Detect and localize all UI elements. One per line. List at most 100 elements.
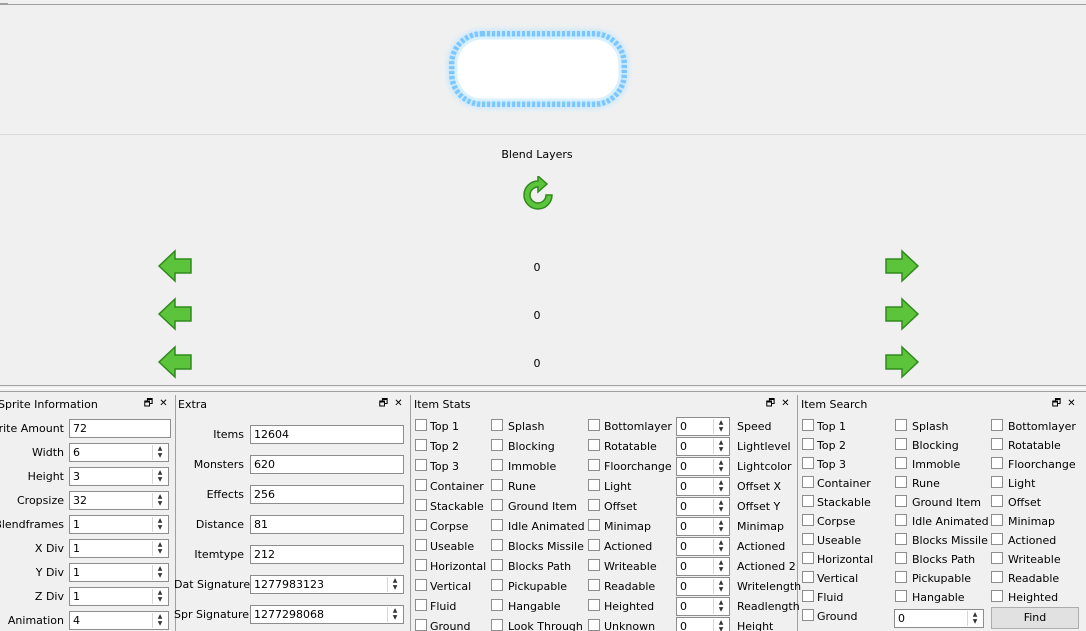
spinner-buttons[interactable]: ▲ ▼ <box>713 439 728 454</box>
spin-up-icon[interactable]: ▲ <box>388 577 402 584</box>
checkbox[interactable] <box>491 619 503 631</box>
checkbox[interactable] <box>491 559 503 571</box>
checkbox[interactable] <box>588 539 600 551</box>
spinner-buttons[interactable]: ▲ ▼ <box>967 611 982 626</box>
spinner-buttons[interactable]: ▲ ▼ <box>152 445 167 460</box>
spinner-buttons[interactable]: ▲ ▼ <box>713 619 728 631</box>
spin-down-icon[interactable]: ▼ <box>153 524 167 531</box>
checkbox[interactable] <box>802 552 814 564</box>
checkbox[interactable] <box>802 590 814 602</box>
spin-up-icon[interactable]: ▲ <box>714 479 728 486</box>
sprite-field-input[interactable]: 3 ▲ ▼ <box>69 467 169 486</box>
spinner-buttons[interactable]: ▲ ▼ <box>713 559 728 574</box>
spinner-buttons[interactable]: ▲ ▼ <box>713 599 728 614</box>
checkbox[interactable] <box>415 579 427 591</box>
checkbox[interactable] <box>415 439 427 451</box>
close-icon[interactable]: ✕ <box>158 398 169 409</box>
spin-down-icon[interactable]: ▼ <box>153 596 167 603</box>
checkbox[interactable] <box>895 476 907 488</box>
checkbox[interactable] <box>415 419 427 431</box>
spin-up-icon[interactable]: ▲ <box>153 541 167 548</box>
close-icon[interactable]: ✕ <box>1066 398 1077 409</box>
extra-field-input[interactable]: 256 <box>250 485 404 504</box>
checkbox[interactable] <box>895 419 907 431</box>
arrow-left-icon[interactable] <box>157 249 193 283</box>
arrow-left-icon[interactable] <box>157 345 193 379</box>
panel-splitter[interactable] <box>0 385 1086 389</box>
checkbox[interactable] <box>802 476 814 488</box>
checkbox[interactable] <box>491 419 503 431</box>
checkbox[interactable] <box>895 495 907 507</box>
checkbox[interactable] <box>802 457 814 469</box>
spin-down-icon[interactable]: ▼ <box>714 626 728 631</box>
checkbox[interactable] <box>802 533 814 545</box>
spin-down-icon[interactable]: ▼ <box>153 452 167 459</box>
search-value-input[interactable]: 0 ▲ ▼ <box>894 609 984 628</box>
spin-down-icon[interactable]: ▼ <box>714 566 728 573</box>
stat-number-input[interactable]: 0 ▲ ▼ <box>676 517 730 536</box>
spinner-buttons[interactable]: ▲ ▼ <box>152 565 167 580</box>
checkbox[interactable] <box>415 459 427 471</box>
spin-down-icon[interactable]: ▼ <box>714 486 728 493</box>
spin-down-icon[interactable]: ▼ <box>714 526 728 533</box>
checkbox[interactable] <box>991 457 1003 469</box>
checkbox[interactable] <box>802 495 814 507</box>
spin-down-icon[interactable]: ▼ <box>153 572 167 579</box>
spin-up-icon[interactable]: ▲ <box>714 439 728 446</box>
spin-up-icon[interactable]: ▲ <box>153 613 167 620</box>
extra-field-input[interactable]: 1277298068 ▲ ▼ <box>250 605 404 624</box>
spin-down-icon[interactable]: ▼ <box>714 466 728 473</box>
extra-field-input[interactable]: 1277983123 ▲ ▼ <box>250 575 404 594</box>
stat-number-input[interactable]: 0 ▲ ▼ <box>676 477 730 496</box>
checkbox[interactable] <box>588 479 600 491</box>
spin-down-icon[interactable]: ▼ <box>968 618 982 625</box>
spin-down-icon[interactable]: ▼ <box>153 500 167 507</box>
spin-up-icon[interactable]: ▲ <box>153 493 167 500</box>
spin-down-icon[interactable]: ▼ <box>714 446 728 453</box>
spinner-buttons[interactable]: ▲ ▼ <box>713 499 728 514</box>
spin-down-icon[interactable]: ▼ <box>714 506 728 513</box>
extra-field-input[interactable]: 12604 <box>250 425 404 444</box>
checkbox[interactable] <box>588 439 600 451</box>
spin-down-icon[interactable]: ▼ <box>388 614 402 621</box>
spin-up-icon[interactable]: ▲ <box>714 459 728 466</box>
spin-down-icon[interactable]: ▼ <box>388 584 402 591</box>
checkbox[interactable] <box>991 552 1003 564</box>
sprite-field-input[interactable]: 6 ▲ ▼ <box>69 443 169 462</box>
spinner-buttons[interactable]: ▲ ▼ <box>152 469 167 484</box>
refresh-icon[interactable] <box>519 174 557 214</box>
checkbox[interactable] <box>991 438 1003 450</box>
spin-down-icon[interactable]: ▼ <box>714 426 728 433</box>
extra-field-input[interactable]: 212 <box>250 545 404 564</box>
spin-up-icon[interactable]: ▲ <box>714 559 728 566</box>
checkbox[interactable] <box>491 459 503 471</box>
spin-down-icon[interactable]: ▼ <box>153 620 167 627</box>
spin-up-icon[interactable]: ▲ <box>968 611 982 618</box>
spin-up-icon[interactable]: ▲ <box>714 619 728 626</box>
checkbox[interactable] <box>895 457 907 469</box>
spin-down-icon[interactable]: ▼ <box>153 548 167 555</box>
checkbox[interactable] <box>895 590 907 602</box>
spin-down-icon[interactable]: ▼ <box>714 606 728 613</box>
checkbox[interactable] <box>491 499 503 511</box>
spin-up-icon[interactable]: ▲ <box>388 607 402 614</box>
checkbox[interactable] <box>895 438 907 450</box>
checkbox[interactable] <box>991 533 1003 545</box>
checkbox[interactable] <box>588 499 600 511</box>
spinner-buttons[interactable]: ▲ ▼ <box>152 493 167 508</box>
checkbox[interactable] <box>588 419 600 431</box>
checkbox[interactable] <box>415 559 427 571</box>
checkbox[interactable] <box>802 419 814 431</box>
stat-number-input[interactable]: 0 ▲ ▼ <box>676 497 730 516</box>
arrow-right-icon[interactable] <box>884 249 920 283</box>
spinner-buttons[interactable]: ▲ ▼ <box>152 589 167 604</box>
spinner-buttons[interactable]: ▲ ▼ <box>713 459 728 474</box>
stat-number-input[interactable]: 0 ▲ ▼ <box>676 457 730 476</box>
checkbox[interactable] <box>491 539 503 551</box>
stat-number-input[interactable]: 0 ▲ ▼ <box>676 617 730 631</box>
close-icon[interactable]: ✕ <box>780 398 791 409</box>
spinner-buttons[interactable]: ▲ ▼ <box>713 479 728 494</box>
spin-up-icon[interactable]: ▲ <box>153 517 167 524</box>
arrow-right-icon[interactable] <box>884 345 920 379</box>
checkbox[interactable] <box>415 499 427 511</box>
